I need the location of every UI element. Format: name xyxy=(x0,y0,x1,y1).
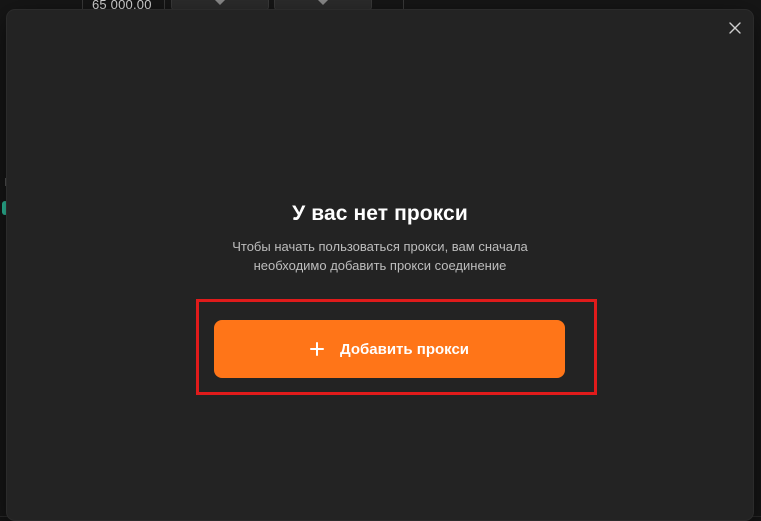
background-dropdown-chip xyxy=(274,0,372,10)
modal-description: Чтобы начать пользоваться прокси, вам сн… xyxy=(177,237,583,275)
modal-description-line: необходимо добавить прокси соединение xyxy=(253,258,507,273)
no-proxy-modal: У вас нет прокси Чтобы начать пользовать… xyxy=(7,10,753,520)
chevron-down-icon xyxy=(318,0,328,5)
add-proxy-button-label: Добавить прокси xyxy=(339,340,470,358)
background-dropdown-chip xyxy=(171,0,269,10)
close-button[interactable] xyxy=(725,18,745,38)
add-proxy-button[interactable]: Добавить прокси xyxy=(214,320,565,378)
plus-icon xyxy=(309,342,324,356)
chevron-down-icon xyxy=(215,0,225,5)
modal-description-line: Чтобы начать пользоваться прокси, вам сн… xyxy=(232,239,528,254)
close-icon xyxy=(729,22,741,34)
modal-title: У вас нет прокси xyxy=(292,202,468,225)
